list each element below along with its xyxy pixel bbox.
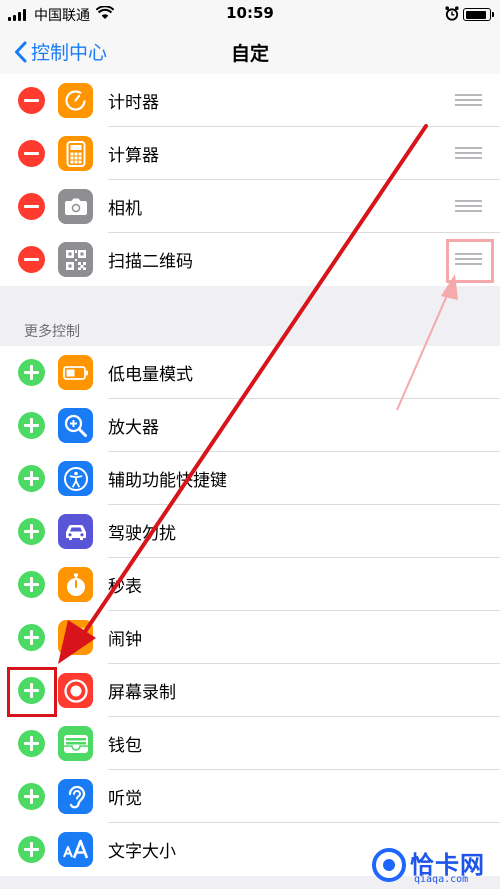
- page-title: 自定: [230, 43, 269, 65]
- reorder-handle-highlight: [446, 239, 494, 283]
- control-label: 屏幕录制: [108, 683, 176, 703]
- remove-button[interactable]: [18, 246, 45, 273]
- add-button[interactable]: [18, 518, 45, 545]
- control-label: 相机: [108, 199, 142, 219]
- timer-icon: [58, 83, 93, 118]
- section-header: 更多控制: [24, 324, 80, 340]
- list-item: 低电量模式: [0, 346, 500, 399]
- list-item: 秒表: [0, 558, 500, 611]
- add-button[interactable]: [18, 465, 45, 492]
- list-item: 相机: [0, 180, 500, 233]
- alarm-icon: [58, 620, 93, 655]
- list-item: 闹钟: [0, 611, 500, 664]
- add-button[interactable]: [18, 624, 45, 651]
- list-item: 计算器: [0, 127, 500, 180]
- stopwatch-icon: [58, 567, 93, 602]
- add-button[interactable]: [18, 359, 45, 386]
- status-bar: 中国联通 10:59: [0, 0, 500, 28]
- included-controls-list: 计时器 计算器 相机 扫描二维码: [0, 74, 500, 286]
- control-label: 听觉: [108, 789, 142, 809]
- watermark-logo-icon: [372, 848, 406, 882]
- list-item: 辅助功能快捷键: [0, 452, 500, 505]
- add-button[interactable]: [18, 730, 45, 757]
- control-label: 驾驶勿扰: [108, 524, 176, 544]
- add-button[interactable]: [18, 571, 45, 598]
- list-item: 计时器: [0, 74, 500, 127]
- list-item: 放大器: [0, 399, 500, 452]
- status-time: 10:59: [226, 4, 274, 22]
- control-label: 钱包: [108, 736, 142, 756]
- reorder-handle[interactable]: [455, 147, 482, 159]
- reorder-handle[interactable]: [455, 200, 482, 212]
- magnifier-icon: [58, 408, 93, 443]
- remove-button[interactable]: [18, 193, 45, 220]
- control-label: 辅助功能快捷键: [108, 471, 227, 491]
- wallet-icon: [58, 726, 93, 761]
- add-button[interactable]: [18, 836, 45, 863]
- reorder-handle[interactable]: [455, 94, 482, 106]
- remove-button[interactable]: [18, 87, 45, 114]
- accessibility-icon: [58, 461, 93, 496]
- list-item: 钱包: [0, 717, 500, 770]
- list-item: 听觉: [0, 770, 500, 823]
- qr-code-icon: [58, 242, 93, 277]
- screen-record-icon: [58, 673, 93, 708]
- watermark-domain: qiaqa.com: [414, 874, 469, 885]
- list-item: 扫描二维码: [0, 233, 500, 286]
- control-label: 秒表: [108, 577, 142, 597]
- control-label: 低电量模式: [108, 365, 193, 385]
- control-label: 计时器: [108, 93, 159, 113]
- control-label: 闹钟: [108, 630, 142, 650]
- car-icon: [58, 514, 93, 549]
- add-button-highlight: [7, 667, 57, 717]
- control-label: 计算器: [108, 146, 159, 166]
- calculator-icon: [58, 136, 93, 171]
- camera-icon: [58, 189, 93, 224]
- battery-icon: [58, 355, 93, 390]
- list-item: 驾驶勿扰: [0, 505, 500, 558]
- text-size-icon: [58, 832, 93, 867]
- battery-icon: [463, 8, 494, 21]
- control-label: 扫描二维码: [108, 252, 193, 272]
- ear-icon: [58, 779, 93, 814]
- site-watermark: 恰卡网 qiaqa.com: [372, 845, 500, 889]
- navigation-bar: 控制中心 自定: [0, 28, 500, 77]
- list-item: 屏幕录制: [0, 664, 500, 717]
- add-button[interactable]: [18, 412, 45, 439]
- add-button[interactable]: [18, 783, 45, 810]
- control-label: 文字大小: [108, 842, 176, 862]
- remove-button[interactable]: [18, 140, 45, 167]
- alarm-indicator-icon: [445, 6, 459, 21]
- more-controls-list: 低电量模式 放大器 辅助功能快捷键 驾驶勿扰 秒表 闹钟 屏幕录制 钱包 听觉 …: [0, 346, 500, 876]
- control-label: 放大器: [108, 418, 159, 438]
